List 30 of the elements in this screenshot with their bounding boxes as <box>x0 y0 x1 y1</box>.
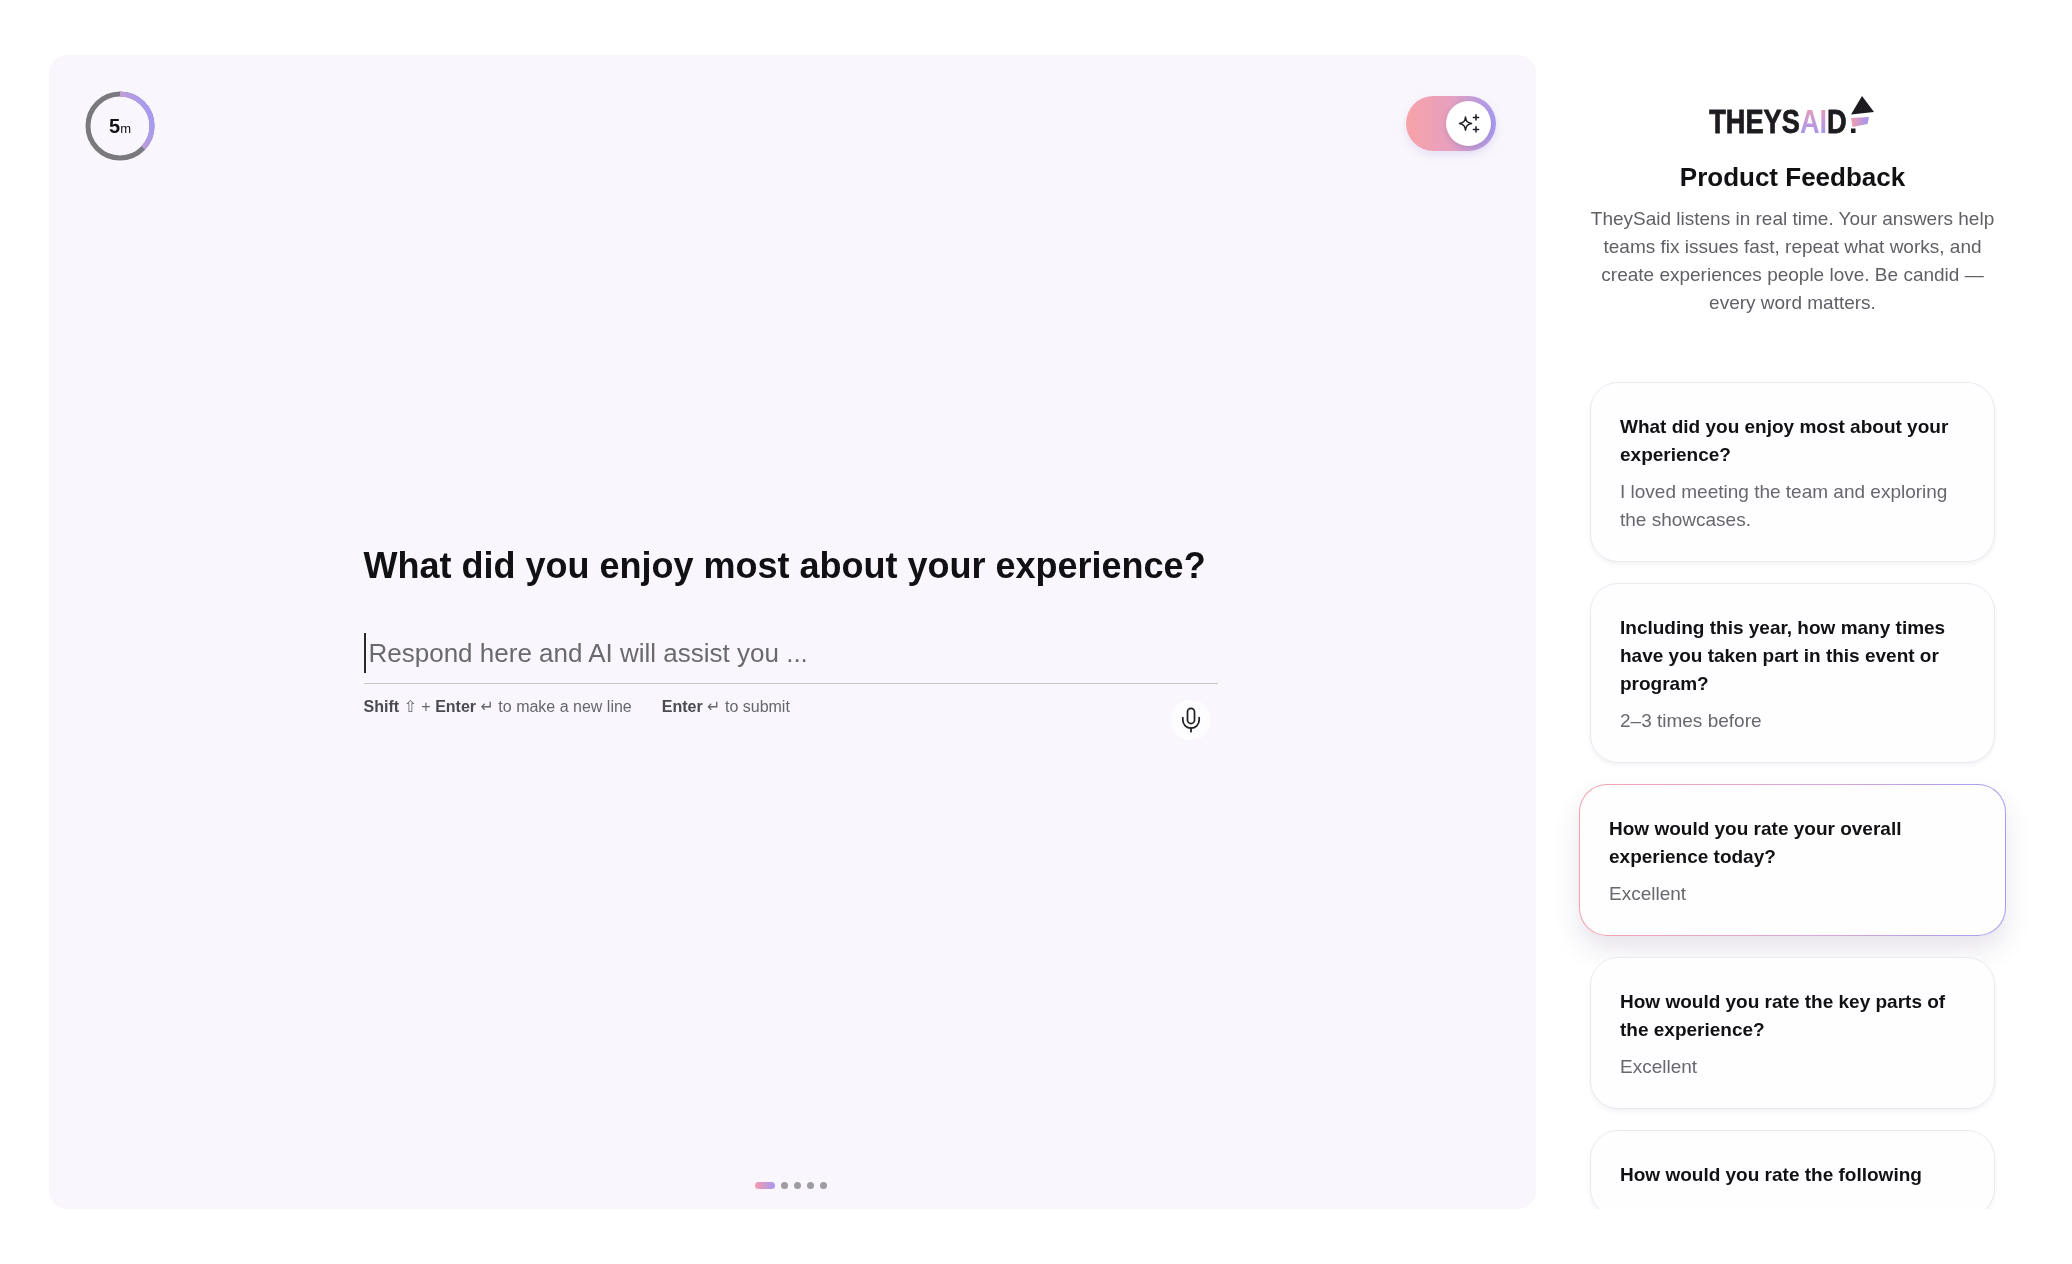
card-question: How would you rate your overall experience today? <box>1609 817 1903 869</box>
card-question: Including this year, how many times have you taken part in this event or program? <box>1620 616 1947 696</box>
exclamation-icon <box>1848 96 1874 133</box>
timer-label: 5m <box>109 116 131 136</box>
step-dot[interactable] <box>806 1181 814 1189</box>
sparkle-icon <box>1457 114 1480 133</box>
step-dot[interactable] <box>819 1181 827 1189</box>
step-dot[interactable] <box>793 1181 801 1189</box>
keyboard-hint: Shift ⇧ + Enter ↵ to make a new line <box>363 697 632 718</box>
question-card[interactable]: How would you rate your overall experience today? Excellent <box>1579 784 2006 936</box>
ai-assist-toggle[interactable] <box>1406 96 1496 151</box>
card-answer: Excellent <box>1609 882 1688 906</box>
card-answer: 2–3 times before <box>1620 709 1763 733</box>
answer-field[interactable]: Respond here and AI will assist you ... <box>363 632 1218 685</box>
question-card[interactable]: What did you enjoy most about your experience? I loved meeting the team and exploring the showcases. <box>1590 382 1995 562</box>
step-dot[interactable] <box>780 1181 788 1189</box>
survey-title: Product Feedback <box>1679 161 1906 193</box>
card-question: How would you rate the key parts of the experience? <box>1620 990 1947 1042</box>
question-card[interactable]: How would you rate the following <box>1590 1130 1995 1209</box>
timer-ring <box>85 91 155 161</box>
survey-description: TheySaid listens in real time. Your answers help teams fix issues fast, repeat what works, and create experiences people love. Be candid — every word matters. <box>1590 207 1995 315</box>
card-question: What did you enjoy most about your experience? <box>1620 415 1950 467</box>
question-card[interactable]: Including this year, how many times have you taken part in this event or program? 2–3 times before <box>1590 583 1995 763</box>
card-answer: I loved meeting the team and exploring the showcases. <box>1620 480 1949 532</box>
logo-wordmark: THEYSAID <box>1709 104 1847 138</box>
card-answer: Excellent <box>1620 1055 1699 1079</box>
card-question: How would you rate the following <box>1620 1163 1923 1187</box>
question-card[interactable]: How would you rate the key parts of the experience? Excellent <box>1590 957 1995 1109</box>
keyboard-hint: Enter ↵ to submit <box>661 697 790 718</box>
question-title: What did you enjoy most about your experience? <box>363 543 1207 588</box>
